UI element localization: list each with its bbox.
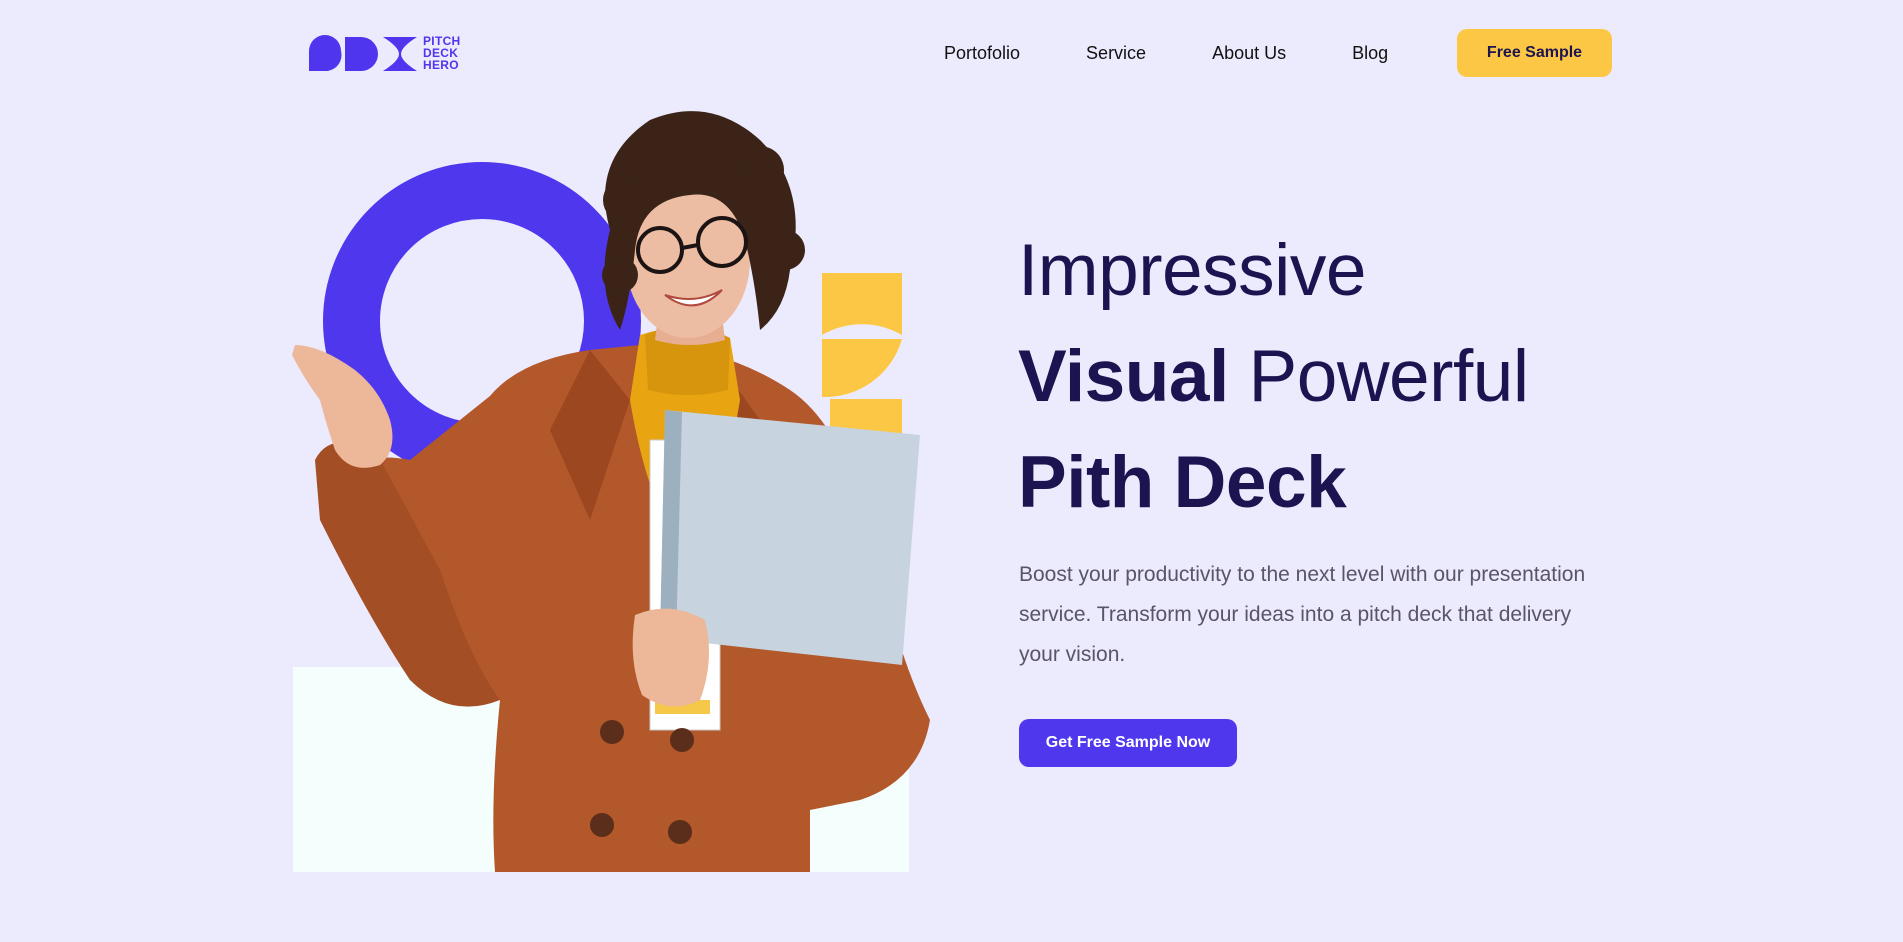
headline-regular-word: Powerful (1248, 336, 1530, 417)
hero-description: Boost your productivity to the next leve… (1019, 563, 1586, 666)
get-free-sample-button[interactable]: Get Free Sample Now (1019, 719, 1237, 767)
hero-illustration (0, 0, 960, 942)
free-sample-button[interactable]: Free Sample (1457, 29, 1612, 77)
nav-link-about-us[interactable]: About Us (1212, 29, 1286, 77)
headline-line-2: Visual Powerful (1018, 324, 1529, 430)
landing-page: PITCH DECK HERO Portofolio Service About… (0, 0, 1903, 942)
headline-bold-word: Visual (1018, 336, 1229, 417)
woman-with-folder-image (292, 111, 930, 872)
nav-link-blog[interactable]: Blog (1352, 29, 1388, 77)
hero-headline: Impressive Visual Powerful Pith Deck (1018, 218, 1529, 536)
nav-link-service[interactable]: Service (1086, 29, 1146, 77)
headline-line-3: Pith Deck (1018, 442, 1347, 523)
headline-line-1: Impressive (1018, 230, 1366, 311)
main-nav: Portofolio Service About Us Blog (944, 29, 1388, 77)
